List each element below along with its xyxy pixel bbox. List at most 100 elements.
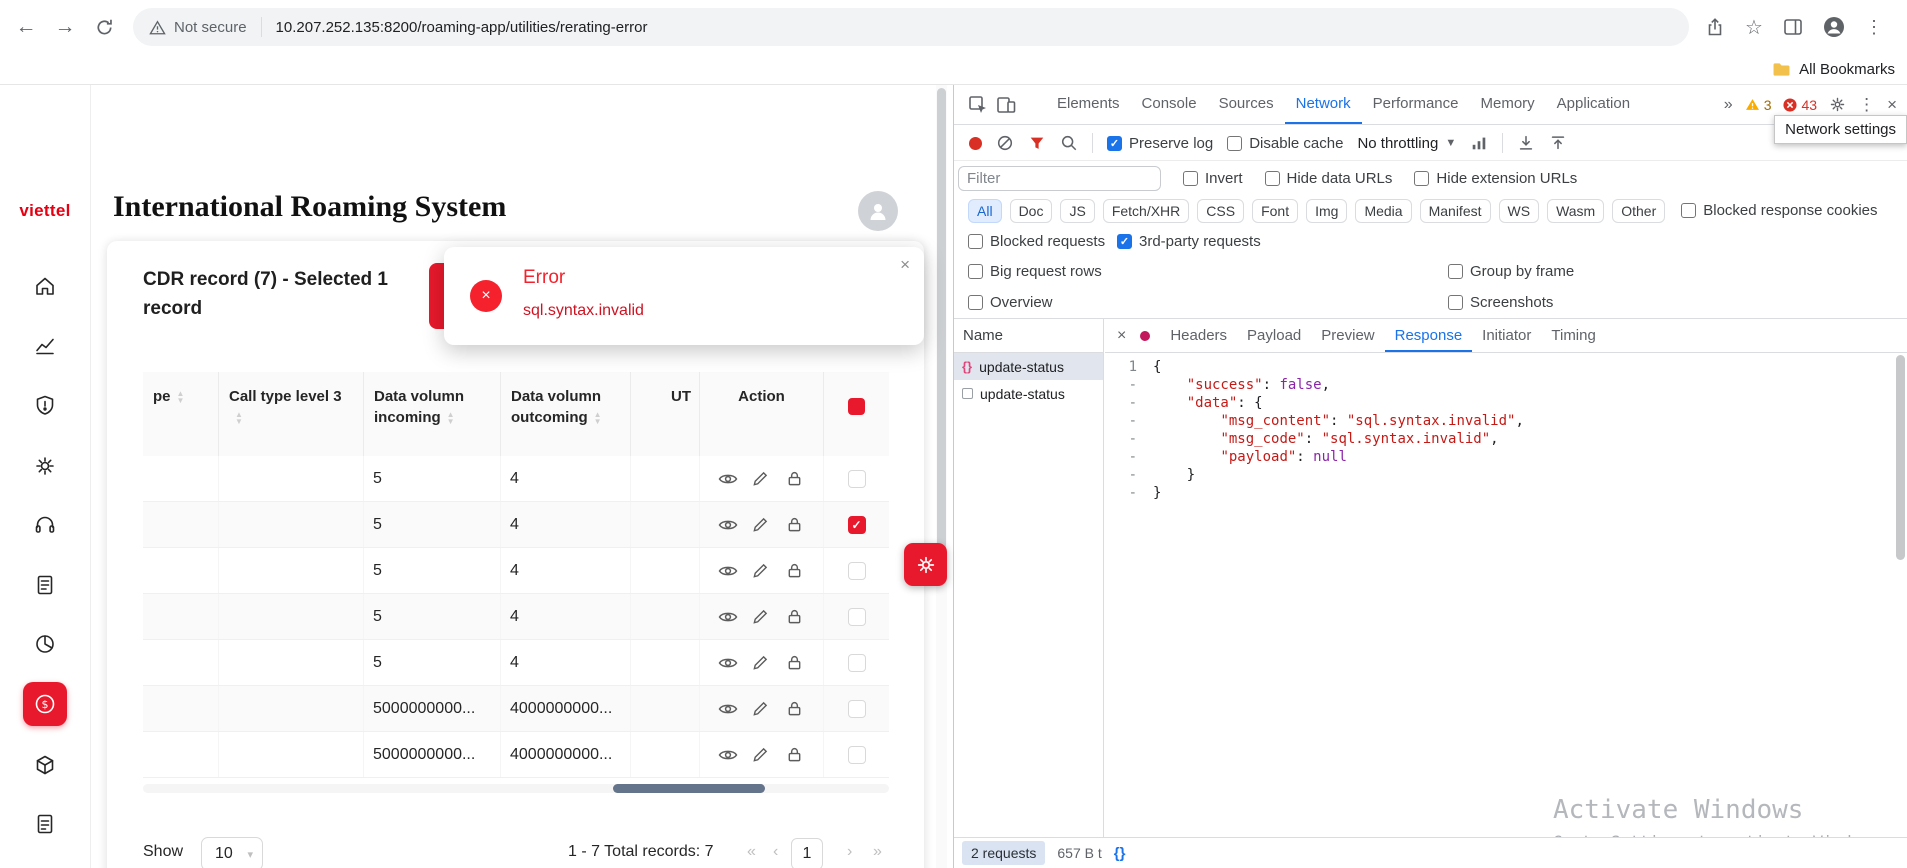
lock-icon[interactable] <box>786 747 806 763</box>
lock-icon[interactable] <box>786 655 806 671</box>
support-headset-icon[interactable] <box>33 513 57 537</box>
close-detail-icon[interactable]: × <box>1117 327 1126 345</box>
request-row[interactable]: {}update-status <box>954 353 1103 380</box>
column-header-data-volumn-incoming[interactable]: Data volumn incoming▲▼ <box>364 372 501 456</box>
filter-chip-doc[interactable]: Doc <box>1010 199 1053 223</box>
filter-chip-wasm[interactable]: Wasm <box>1547 199 1604 223</box>
browser-menu-icon[interactable]: ⋮ <box>1865 17 1883 38</box>
devtools-tab-performance[interactable]: Performance <box>1362 85 1470 124</box>
next-page-button[interactable]: › <box>847 843 852 861</box>
horizontal-scroll-thumb[interactable] <box>613 784 765 793</box>
operations-gear-icon[interactable] <box>33 454 57 478</box>
devtools-tab-network[interactable]: Network <box>1285 85 1362 124</box>
page-size-select[interactable]: 10 ▾ <box>201 837 263 868</box>
row-checkbox[interactable] <box>848 654 866 672</box>
devtools-tab-memory[interactable]: Memory <box>1470 85 1546 124</box>
vertical-scroll-thumb[interactable] <box>937 88 946 563</box>
hide-extension-urls-checkbox[interactable]: Hide extension URLs <box>1414 170 1577 187</box>
filter-input[interactable] <box>958 166 1161 191</box>
edit-pencil-icon[interactable] <box>752 701 772 717</box>
errors-badge[interactable]: 43 <box>1783 97 1817 113</box>
filter-funnel-icon[interactable] <box>1028 134 1046 152</box>
view-eye-icon[interactable] <box>718 563 738 579</box>
filter-chip-js[interactable]: JS <box>1060 199 1094 223</box>
toast-close-icon[interactable]: × <box>900 255 910 275</box>
edit-pencil-icon[interactable] <box>752 655 772 671</box>
column-header-call-type-level-3[interactable]: Call type level 3▲▼ <box>219 372 364 456</box>
record-network-log-icon[interactable] <box>969 137 982 150</box>
share-icon[interactable] <box>1705 17 1725 37</box>
lock-icon[interactable] <box>786 517 806 533</box>
edit-pencil-icon[interactable] <box>752 563 772 579</box>
detail-tab-response[interactable]: Response <box>1385 319 1473 352</box>
hide-data-urls-checkbox[interactable]: Hide data URLs <box>1265 170 1393 187</box>
blocked-response-cookies-checkbox[interactable]: Blocked response cookies <box>1681 202 1877 219</box>
row-checkbox[interactable] <box>848 562 866 580</box>
forward-icon[interactable]: → <box>52 14 78 40</box>
view-eye-icon[interactable] <box>718 471 738 487</box>
table-row[interactable]: 54 ✓ <box>143 502 889 548</box>
column-header-data-volumn-outcoming[interactable]: Data volumn outcoming▲▼ <box>501 372 631 456</box>
third-party-requests-checkbox[interactable]: 3rd-party requests <box>1117 233 1261 250</box>
view-eye-icon[interactable] <box>718 609 738 625</box>
disable-cache-checkbox[interactable]: Disable cache <box>1227 135 1343 152</box>
column-header-ut[interactable]: UT <box>631 372 700 456</box>
search-icon[interactable] <box>1060 134 1078 152</box>
column-header-action[interactable]: Action <box>700 372 824 456</box>
filter-chip-ws[interactable]: WS <box>1499 199 1540 223</box>
filter-chip-manifest[interactable]: Manifest <box>1420 199 1491 223</box>
invert-checkbox[interactable]: Invert <box>1183 170 1243 187</box>
filter-chip-css[interactable]: CSS <box>1197 199 1244 223</box>
last-page-button[interactable]: » <box>873 843 882 861</box>
view-eye-icon[interactable] <box>718 517 738 533</box>
detail-tab-initiator[interactable]: Initiator <box>1472 319 1541 352</box>
address-bar[interactable]: Not secure 10.207.252.135:8200/roaming-a… <box>133 8 1689 46</box>
table-row[interactable]: 5000000000...4000000000... <box>143 732 889 778</box>
browser-profile-avatar[interactable] <box>1823 16 1845 38</box>
table-row[interactable]: 54 <box>143 640 889 686</box>
package-icon[interactable] <box>33 753 57 777</box>
back-icon[interactable]: ← <box>13 14 39 40</box>
detail-tab-headers[interactable]: Headers <box>1160 319 1237 352</box>
devtools-tab-sources[interactable]: Sources <box>1208 85 1285 124</box>
filter-chip-all[interactable]: All <box>968 199 1002 223</box>
devtools-settings-gear-icon[interactable] <box>1829 96 1846 113</box>
devtools-tab-application[interactable]: Application <box>1546 85 1641 124</box>
refresh-icon[interactable] <box>91 14 117 40</box>
table-row[interactable]: 54 <box>143 456 889 502</box>
home-icon[interactable] <box>33 274 57 298</box>
overview-checkbox[interactable]: Overview <box>968 294 1053 311</box>
row-checkbox[interactable] <box>848 746 866 764</box>
invoice-icon[interactable] <box>33 812 57 836</box>
more-tabs-icon[interactable]: » <box>1724 96 1733 114</box>
column-header-pe[interactable]: pe▲▼ <box>143 372 219 456</box>
view-eye-icon[interactable] <box>718 701 738 717</box>
edit-pencil-icon[interactable] <box>752 747 772 763</box>
filter-chip-media[interactable]: Media <box>1355 199 1411 223</box>
row-checkbox[interactable] <box>848 700 866 718</box>
pie-chart-icon[interactable] <box>33 632 57 656</box>
user-avatar[interactable] <box>858 191 898 231</box>
screenshots-checkbox[interactable]: Screenshots <box>1448 294 1553 311</box>
network-conditions-icon[interactable] <box>1470 134 1488 152</box>
request-row[interactable]: update-status <box>954 380 1103 407</box>
bookmark-star-icon[interactable]: ☆ <box>1745 15 1763 40</box>
filter-chip-other[interactable]: Other <box>1612 199 1665 223</box>
lock-icon[interactable] <box>786 471 806 487</box>
devtools-tab-elements[interactable]: Elements <box>1046 85 1131 124</box>
throttling-select[interactable]: No throttling ▼ <box>1357 135 1456 152</box>
floating-settings-button[interactable] <box>904 543 947 586</box>
row-checkbox[interactable] <box>848 470 866 488</box>
response-scroll-thumb[interactable] <box>1896 355 1905 560</box>
report-icon[interactable] <box>33 573 57 597</box>
table-row[interactable]: 5000000000...4000000000... <box>143 686 889 732</box>
warnings-badge[interactable]: 3 <box>1745 97 1772 113</box>
edit-pencil-icon[interactable] <box>752 471 772 487</box>
line-chart-icon[interactable] <box>33 333 57 357</box>
group-by-frame-checkbox[interactable]: Group by frame <box>1448 263 1574 280</box>
edit-pencil-icon[interactable] <box>752 609 772 625</box>
edit-pencil-icon[interactable] <box>752 517 772 533</box>
export-har-icon[interactable] <box>1549 134 1567 152</box>
page-number-button[interactable]: 1 <box>791 838 823 868</box>
lock-icon[interactable] <box>786 701 806 717</box>
